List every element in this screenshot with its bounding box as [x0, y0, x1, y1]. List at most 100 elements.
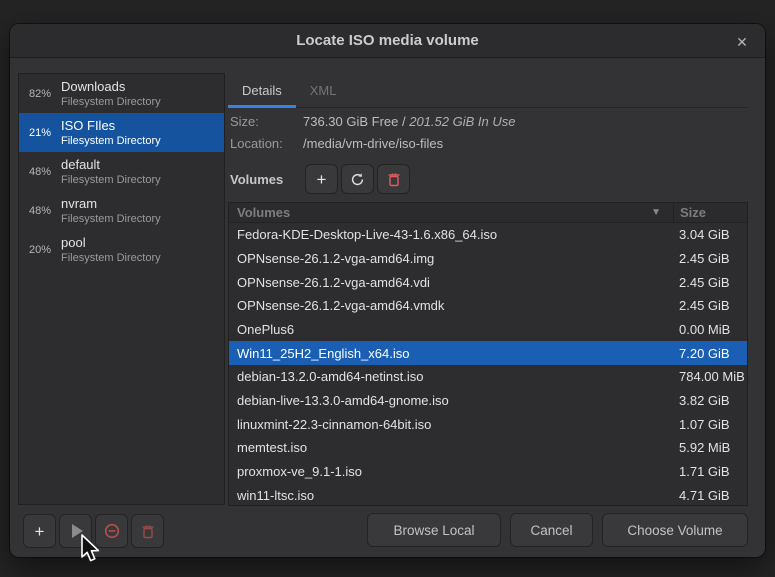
volume-name: linuxmint-22.3-cinnamon-64bit.iso	[229, 417, 673, 432]
volumes-table-header[interactable]: Volumes ▼ Size	[229, 203, 747, 223]
volume-size: 3.04 GiB	[673, 227, 747, 242]
size-value: 736.30 GiB Free / 201.52 GiB In Use	[303, 111, 515, 133]
volume-name: win11-ltsc.iso	[229, 488, 673, 503]
column-header-volumes[interactable]: Volumes ▼	[229, 203, 673, 222]
volume-row[interactable]: debian-13.2.0-amd64-netinst.iso 784.00 M…	[229, 365, 747, 389]
volume-size: 2.45 GiB	[673, 275, 747, 290]
pool-name: nvram	[61, 196, 161, 212]
pool-name: pool	[61, 235, 161, 251]
sort-descending-icon: ▼	[651, 207, 661, 218]
dialog-title: Locate ISO media volume	[296, 32, 479, 49]
refresh-icon	[350, 172, 365, 187]
pool-type: Filesystem Directory	[61, 173, 161, 187]
volumes-table: Volumes ▼ Size Fedora-KDE-Desktop-Live-4…	[228, 202, 748, 506]
volume-size: 7.20 GiB	[673, 346, 747, 361]
volume-row[interactable]: OnePlus6 0.00 MiB	[229, 318, 747, 342]
location-value: /media/vm-drive/iso-files	[303, 133, 443, 155]
volume-name: proxmox-ve_9.1-1.iso	[229, 464, 673, 479]
volume-row[interactable]: Win11_25H2_English_x64.iso 7.20 GiB	[229, 341, 747, 365]
pool-usage-percent: 21%	[29, 127, 61, 139]
storage-pool-list: 82% Downloads Filesystem Directory 21% I…	[18, 73, 225, 505]
volume-name: OPNsense-26.1.2-vga-amd64.vdi	[229, 275, 673, 290]
delete-pool-button[interactable]	[131, 514, 164, 548]
volume-name: debian-13.2.0-amd64-netinst.iso	[229, 369, 673, 384]
storage-pool-item[interactable]: 21% ISO FIles Filesystem Directory	[19, 113, 224, 152]
refresh-volumes-button[interactable]	[341, 164, 374, 194]
pool-info: Size: 736.30 GiB Free / 201.52 GiB In Us…	[230, 111, 746, 155]
delete-volume-button[interactable]	[377, 164, 410, 194]
cancel-button[interactable]: Cancel	[510, 513, 593, 547]
volume-size: 1.71 GiB	[673, 464, 747, 479]
column-header-size[interactable]: Size	[673, 203, 747, 222]
trash-icon	[141, 524, 155, 539]
pool-type: Filesystem Directory	[61, 95, 161, 109]
browse-local-button[interactable]: Browse Local	[367, 513, 501, 547]
pool-name: ISO FIles	[61, 118, 161, 134]
volume-size: 3.82 GiB	[673, 393, 747, 408]
choose-volume-button[interactable]: Choose Volume	[602, 513, 748, 547]
add-pool-button[interactable]: +	[23, 514, 56, 548]
pool-type: Filesystem Directory	[61, 251, 161, 265]
plus-icon: +	[35, 523, 45, 540]
pool-usage-percent: 82%	[29, 88, 61, 100]
volume-row[interactable]: memtest.iso 5.92 MiB	[229, 436, 747, 460]
size-used: 201.52 GiB In Use	[409, 114, 515, 129]
size-row: Size: 736.30 GiB Free / 201.52 GiB In Us…	[230, 111, 746, 133]
pool-usage-percent: 48%	[29, 205, 61, 217]
volume-name: debian-live-13.3.0-amd64-gnome.iso	[229, 393, 673, 408]
volume-name: Fedora-KDE-Desktop-Live-43-1.6.x86_64.is…	[229, 227, 673, 242]
volume-size: 0.00 MiB	[673, 322, 747, 337]
start-pool-button[interactable]	[59, 514, 92, 548]
pool-usage-percent: 20%	[29, 244, 61, 256]
volume-size: 5.92 MiB	[673, 440, 747, 455]
location-label: Location:	[230, 133, 303, 155]
volume-row[interactable]: linuxmint-22.3-cinnamon-64bit.iso 1.07 G…	[229, 412, 747, 436]
storage-pool-item[interactable]: 82% Downloads Filesystem Directory	[19, 74, 224, 113]
volume-row[interactable]: OPNsense-26.1.2-vga-amd64.vmdk 2.45 GiB	[229, 294, 747, 318]
volumes-table-body: Fedora-KDE-Desktop-Live-43-1.6.x86_64.is…	[229, 223, 747, 506]
size-label: Size:	[230, 111, 303, 133]
volume-name: OPNsense-26.1.2-vga-amd64.vmdk	[229, 298, 673, 313]
volume-row[interactable]: OPNsense-26.1.2-vga-amd64.img 2.45 GiB	[229, 247, 747, 271]
volume-row[interactable]: win11-ltsc.iso 4.71 GiB	[229, 483, 747, 506]
volume-name: memtest.iso	[229, 440, 673, 455]
stop-pool-button[interactable]	[95, 514, 128, 548]
plus-icon: +	[317, 171, 327, 188]
volume-row[interactable]: proxmox-ve_9.1-1.iso 1.71 GiB	[229, 460, 747, 484]
storage-pool-item[interactable]: 48% nvram Filesystem Directory	[19, 191, 224, 230]
close-icon[interactable]: ✕	[731, 31, 753, 53]
tab-details[interactable]: Details	[228, 75, 296, 107]
volume-row[interactable]: OPNsense-26.1.2-vga-amd64.vdi 2.45 GiB	[229, 270, 747, 294]
dialog-titlebar[interactable]: Locate ISO media volume ✕	[10, 24, 765, 58]
volume-name: OnePlus6	[229, 322, 673, 337]
pool-actions: +	[23, 514, 167, 548]
volume-name: Win11_25H2_English_x64.iso	[229, 346, 673, 361]
volume-size: 2.45 GiB	[673, 298, 747, 313]
locate-iso-dialog: Locate ISO media volume ✕ 82% Downloads …	[10, 24, 765, 557]
column-header-size-label: Size	[680, 205, 706, 220]
add-volume-button[interactable]: +	[305, 164, 338, 194]
volume-size: 2.45 GiB	[673, 251, 747, 266]
column-header-volumes-label: Volumes	[237, 205, 290, 220]
volume-size: 1.07 GiB	[673, 417, 747, 432]
size-free: 736.30 GiB Free /	[303, 114, 409, 129]
volume-size: 4.71 GiB	[673, 488, 747, 503]
trash-icon	[387, 172, 401, 187]
pool-usage-percent: 48%	[29, 166, 61, 178]
volume-row[interactable]: debian-live-13.3.0-amd64-gnome.iso 3.82 …	[229, 389, 747, 413]
pool-name: default	[61, 157, 161, 173]
pool-name: Downloads	[61, 79, 161, 95]
play-icon	[72, 524, 83, 538]
volume-name: OPNsense-26.1.2-vga-amd64.img	[229, 251, 673, 266]
volume-row[interactable]: Fedora-KDE-Desktop-Live-43-1.6.x86_64.is…	[229, 223, 747, 247]
storage-pool-item[interactable]: 20% pool Filesystem Directory	[19, 230, 224, 269]
volumes-section-label: Volumes	[230, 172, 305, 187]
tab-xml[interactable]: XML	[296, 75, 351, 107]
location-row: Location: /media/vm-drive/iso-files	[230, 133, 746, 155]
storage-pool-item[interactable]: 48% default Filesystem Directory	[19, 152, 224, 191]
volumes-toolbar: Volumes +	[230, 164, 413, 194]
pool-type: Filesystem Directory	[61, 134, 161, 148]
dialog-actions: Browse Local Cancel Choose Volume	[367, 513, 748, 547]
pool-type: Filesystem Directory	[61, 212, 161, 226]
tab-bar: Details XML	[228, 75, 748, 108]
